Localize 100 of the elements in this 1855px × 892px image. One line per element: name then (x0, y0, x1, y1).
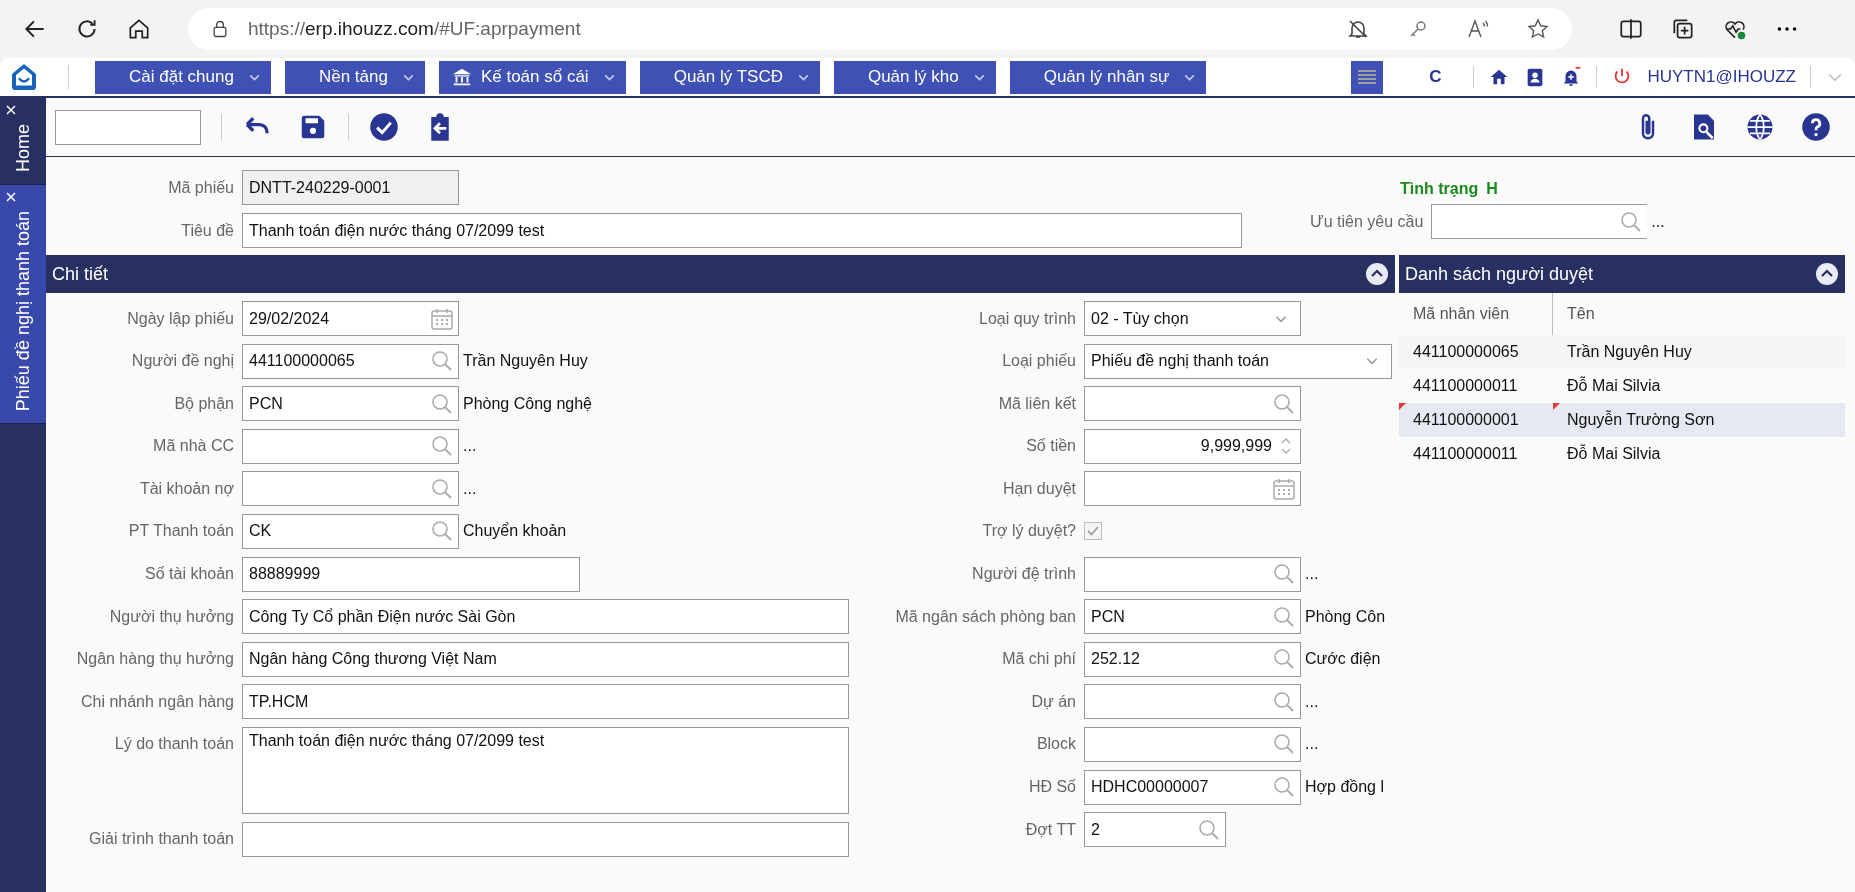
field-label: Lý do thanh toán (113, 733, 235, 753)
globe-icon[interactable] (1745, 112, 1775, 142)
table-row[interactable]: 441100000011 Đỗ Mai Silvia (1399, 369, 1845, 403)
menu-button[interactable]: Kế toán sổ cái (438, 60, 626, 94)
field-label: Số tài khoản (144, 565, 235, 584)
field-label: Trợ lý duyệt? (981, 522, 1077, 541)
field-note: ... (463, 479, 477, 498)
lookup-field[interactable] (242, 471, 459, 507)
section-title: Danh sách người duyệt (1405, 263, 1593, 285)
text-field[interactable]: Thanh toán điện nước tháng 07/2099 test (242, 726, 849, 814)
text-field[interactable]: DNTT-240229-0001 (242, 170, 459, 205)
menu-button[interactable]: Nền tảng (284, 60, 425, 94)
address-bar[interactable]: https://erp.ihouzz.com/#UF:aprpayment (188, 8, 1572, 50)
table-row[interactable]: 441100000001 Nguyễn Trường Sơn (1399, 403, 1845, 437)
check-circle-icon[interactable] (369, 112, 399, 142)
muted-bell-icon[interactable] (1346, 17, 1370, 41)
tab-label[interactable]: Home (12, 124, 34, 172)
lookup-field[interactable] (1084, 556, 1301, 592)
search-icon[interactable] (430, 391, 454, 416)
field-note: ... (1305, 692, 1319, 711)
field-label: Mã phiếu (167, 178, 235, 197)
help-icon[interactable] (1801, 112, 1831, 142)
field-label: Số tiền (1025, 437, 1077, 456)
menu-button[interactable]: Quản lý kho (833, 60, 996, 94)
field-label: Đợt TT (1024, 820, 1077, 839)
field-label: Ngày lập phiếu (126, 309, 235, 328)
text-field[interactable] (242, 821, 849, 857)
field-note: Hợp đồng l (1305, 778, 1384, 797)
field-label: HĐ Số (1027, 778, 1077, 797)
side-tab[interactable]: Phiếu đề nghị thanh toán (0, 185, 46, 425)
field-label: Ưu tiên yêu cầu (1310, 212, 1425, 231)
field-label: Ngân hàng thụ hưởng (75, 650, 235, 669)
table-row[interactable]: 441100000011 Đỗ Mai Silvia (1399, 437, 1845, 471)
field-label: Hạn duyệt (1002, 479, 1077, 498)
search-icon[interactable] (430, 476, 454, 501)
calendar-icon[interactable] (1272, 476, 1296, 501)
field-note: Trần Nguyên Huy (463, 352, 588, 371)
lookup-field[interactable] (1084, 386, 1301, 422)
lookup-field[interactable]: HDHC00000007 (1084, 769, 1301, 805)
field-label: Bộ phận (173, 394, 235, 413)
collapse-icon[interactable] (1815, 262, 1839, 286)
menu-button[interactable]: Quản lý TSCĐ (639, 60, 820, 94)
user-name[interactable]: HUYTN1@IHOUZZ (1647, 67, 1796, 87)
table-cell-text: 441100000011 (1412, 444, 1519, 464)
lookup-field[interactable]: PCN (1084, 599, 1301, 635)
lookup-field[interactable] (1431, 204, 1648, 239)
field-label: Tiêu đề (180, 221, 235, 240)
lookup-field[interactable]: 441100000065 (242, 343, 459, 379)
close-icon[interactable] (5, 104, 17, 116)
field-note: Phòng Công nghệ (463, 394, 592, 413)
lookup-field[interactable]: 2 (1084, 812, 1226, 848)
table-cell-text: 441100000011 (1412, 376, 1519, 396)
lookup-field[interactable]: PCN (242, 386, 459, 422)
menu-button[interactable] (1351, 60, 1384, 94)
table-cell-text: 441100000065 (1412, 342, 1520, 362)
dropdown[interactable]: Phiếu đề nghị thanh toán (1084, 343, 1392, 379)
calendar-icon[interactable] (430, 306, 454, 331)
collections-icon[interactable] (1670, 16, 1696, 42)
date-field[interactable] (1084, 471, 1301, 507)
field-note: ... (1651, 212, 1665, 231)
table-row[interactable]: 441100000065 Trần Nguyên Huy (1399, 335, 1845, 369)
search-icon[interactable] (1272, 689, 1296, 714)
text-field[interactable]: Thanh toán điện nước tháng 07/2099 test (242, 213, 1242, 248)
field-label: Chi nhánh ngân hàng (79, 692, 235, 711)
menu-button[interactable]: Quản lý nhân sự (1009, 60, 1207, 94)
column-header[interactable]: Tên (1553, 305, 1595, 323)
field-note: ... (463, 437, 477, 456)
field-note: ... (1305, 735, 1319, 754)
lookup-field[interactable]: CK (242, 513, 459, 549)
search-icon[interactable] (1197, 817, 1221, 842)
search-field[interactable] (55, 109, 201, 145)
field-note: Chuyển khoản (463, 522, 567, 541)
number-field[interactable]: 9,999,999 (1084, 428, 1301, 464)
star-icon[interactable] (1526, 17, 1550, 41)
section-title: Chi tiết (52, 263, 109, 285)
text-field[interactable]: TP.HCM (242, 684, 849, 720)
search-icon[interactable] (1272, 604, 1296, 629)
menu-button[interactable]: Cài đặt chung (95, 60, 271, 94)
lookup-field[interactable]: 252.12 (1084, 641, 1301, 677)
field-label: Mã liên kết (997, 394, 1077, 413)
text-field[interactable]: 88889999 (242, 556, 580, 592)
tab-label[interactable]: Phiếu đề nghị thanh toán (12, 211, 34, 412)
lookup-field[interactable] (1084, 726, 1301, 762)
lookup-field[interactable] (1084, 684, 1301, 720)
date-field[interactable]: 29/02/2024 (242, 301, 459, 336)
field-label: Tài khoản nợ (138, 479, 235, 498)
search-icon[interactable] (1272, 391, 1296, 416)
lookup-field[interactable] (242, 428, 459, 464)
table-cell: Nguyễn Trường Sơn (1553, 403, 1715, 437)
dropdown[interactable]: 02 - Tùy chọn (1084, 301, 1301, 336)
field-label: Block (1035, 735, 1077, 754)
field-label: Người thụ hưởng (108, 607, 235, 626)
text-field[interactable]: Ngân hàng Công thương Việt Nam (242, 641, 849, 677)
collapse-icon[interactable] (1365, 262, 1389, 286)
field-label: Người đệ trình (971, 565, 1077, 584)
split-screen-icon[interactable] (1618, 16, 1644, 42)
table-cell-text: Trần Nguyên Huy (1566, 342, 1692, 362)
close-icon[interactable] (5, 191, 17, 203)
company-code[interactable]: C (1429, 67, 1442, 87)
text-field[interactable]: Công Ty Cổ phần Điện nước Sài Gòn (242, 599, 849, 635)
